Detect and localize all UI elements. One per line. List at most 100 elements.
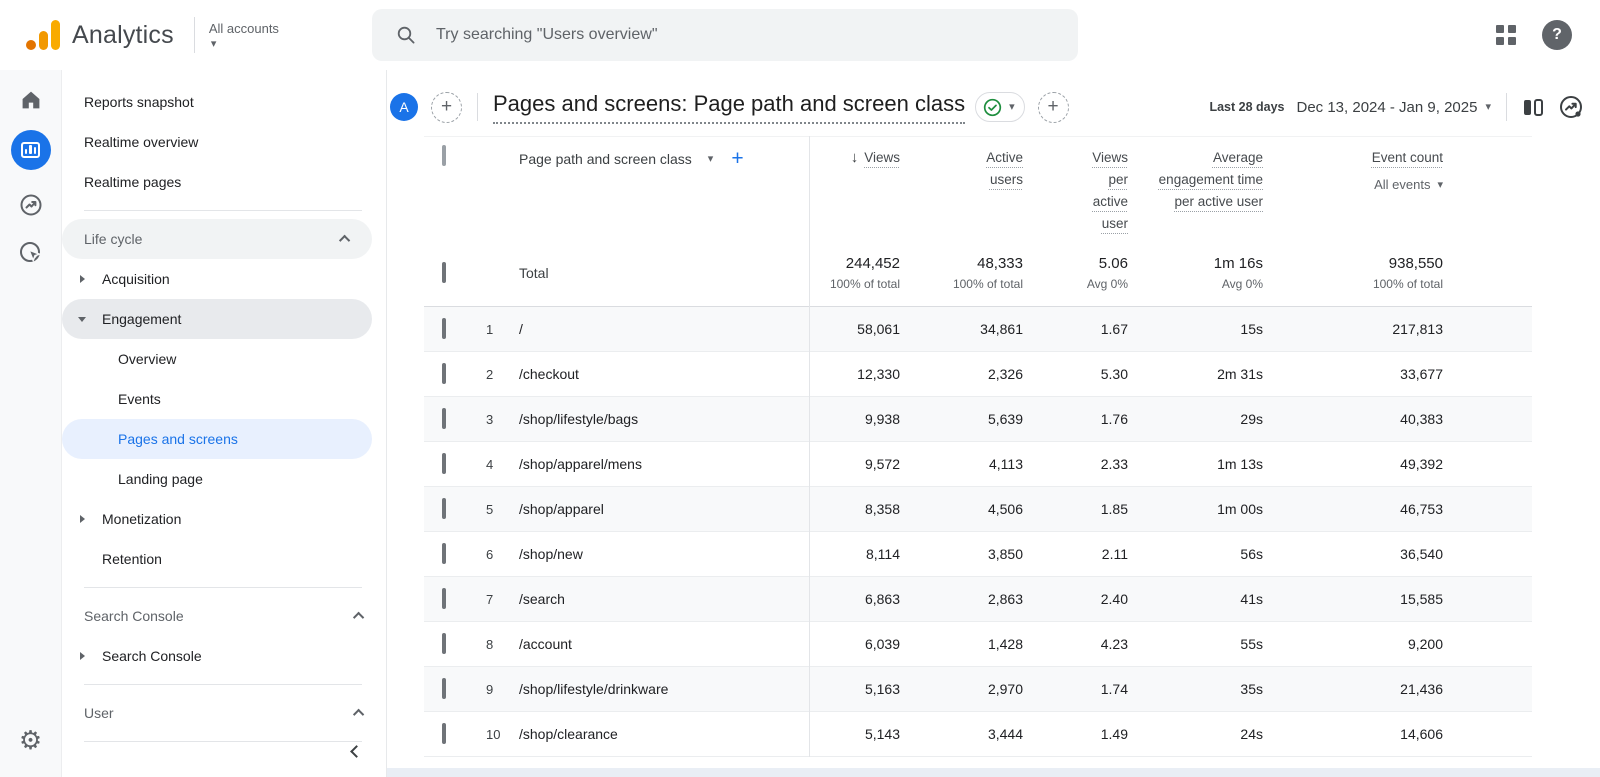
row-checkbox[interactable]	[442, 408, 446, 429]
event-filter-dropdown[interactable]: All events ▾	[1374, 174, 1443, 196]
column-header-views[interactable]: ↓ Views	[809, 147, 916, 169]
help-icon[interactable]: ?	[1542, 20, 1572, 50]
sidebar-item-reports-snapshot[interactable]: Reports snapshot	[62, 82, 386, 122]
column-label: Views per active user	[1074, 147, 1128, 235]
column-header-avg-engagement-time[interactable]: Average engagement time per active user	[1144, 147, 1279, 213]
insights-icon[interactable]	[1558, 94, 1584, 120]
sidebar-item-label: Acquisition	[102, 271, 170, 287]
dimension-header-dropdown[interactable]: Page path and screen class ▾ +	[509, 149, 809, 169]
total-views-sub: 100% of total	[830, 277, 900, 291]
sidebar-section-life-cycle[interactable]: Life cycle	[62, 219, 372, 259]
views-per-user-cell: 1.76	[1039, 411, 1144, 427]
search-input[interactable]: Try searching "Users overview"	[372, 9, 1078, 61]
report-status-dropdown[interactable]: ▾	[975, 92, 1025, 122]
row-index: 8	[469, 637, 509, 652]
chevron-up-icon	[353, 709, 364, 720]
table-body: 1 / 58,061 34,861 1.67 15s 217,813 2 /ch…	[424, 307, 1532, 757]
sidebar-item-retention[interactable]: Retention	[62, 539, 386, 579]
sidebar-item-pages-and-screens[interactable]: Pages and screens	[62, 419, 372, 459]
column-header-views-per-active-user[interactable]: Views per active user	[1039, 147, 1144, 235]
page-path-cell: /shop/lifestyle/bags	[509, 411, 809, 427]
compare-icon[interactable]	[1522, 97, 1544, 118]
active-users-cell: 4,506	[916, 501, 1039, 517]
engagement-time-cell: 15s	[1144, 321, 1279, 337]
sidebar-item-label: Realtime pages	[84, 174, 181, 190]
row-checkbox[interactable]	[442, 723, 446, 744]
sidebar-item-acquisition[interactable]: Acquisition	[62, 259, 386, 299]
row-checkbox[interactable]	[442, 498, 446, 519]
total-views-per-user: 5.06	[1099, 255, 1128, 272]
event-filter-label: All events	[1374, 174, 1430, 196]
expand-right-icon	[80, 652, 85, 660]
sidebar-item-events[interactable]: Events	[62, 379, 386, 419]
active-users-cell: 5,639	[916, 411, 1039, 427]
add-dimension-button[interactable]: +	[731, 149, 743, 169]
settings-gear-icon[interactable]: ⚙	[19, 727, 42, 753]
sort-descending-icon: ↓	[851, 147, 859, 169]
page-title[interactable]: Pages and screens: Page path and screen …	[493, 91, 965, 124]
header-divider	[477, 93, 478, 121]
brand-title: Analytics	[72, 21, 174, 50]
horizontal-scrollbar-track[interactable]	[387, 768, 1600, 777]
date-range-selector[interactable]: Dec 13, 2024 - Jan 9, 2025	[1297, 99, 1478, 116]
page-path-cell: /	[509, 321, 809, 337]
engagement-time-cell: 35s	[1144, 681, 1279, 697]
chevron-down-icon[interactable]: ▾	[1485, 102, 1491, 112]
apps-grid-icon[interactable]	[1496, 25, 1516, 45]
chevron-down-icon: ▾	[1009, 102, 1015, 112]
row-checkbox[interactable]	[442, 678, 446, 699]
row-checkbox[interactable]	[442, 262, 446, 283]
add-comparison-button[interactable]: +	[431, 92, 462, 123]
sidebar-section-search-console[interactable]: Search Console	[62, 596, 386, 636]
sidebar-item-engagement[interactable]: Engagement	[62, 299, 372, 339]
sidebar-item-realtime-overview[interactable]: Realtime overview	[62, 122, 386, 162]
expand-down-icon	[78, 317, 86, 322]
views-per-user-cell: 1.85	[1039, 501, 1144, 517]
column-header-event-count[interactable]: Event count All events ▾	[1279, 147, 1459, 196]
page-path-cell: /checkout	[509, 366, 809, 382]
section-label: Search Console	[84, 608, 184, 624]
home-icon[interactable]	[19, 88, 43, 112]
sidebar-item-search-console[interactable]: Search Console	[62, 636, 386, 676]
top-app-bar: Analytics All accounts ▾ Try searching "…	[0, 0, 1600, 70]
column-label: Average engagement time per active user	[1153, 147, 1263, 213]
row-checkbox[interactable]	[442, 363, 446, 384]
sidebar-item-monetization[interactable]: Monetization	[62, 499, 386, 539]
column-header-active-users[interactable]: Active users	[916, 147, 1039, 191]
event-count-cell: 36,540	[1279, 546, 1459, 562]
sidebar-section-user[interactable]: User	[62, 693, 386, 733]
collapse-sidebar-button[interactable]	[346, 741, 366, 761]
sidebar-divider	[84, 741, 362, 742]
sidebar-item-engagement-overview[interactable]: Overview	[62, 339, 386, 379]
row-checkbox[interactable]	[442, 633, 446, 654]
sidebar-item-label: Pages and screens	[118, 431, 238, 447]
sidebar-item-landing-page[interactable]: Landing page	[62, 459, 386, 499]
row-checkbox[interactable]	[442, 588, 446, 609]
active-users-cell: 2,970	[916, 681, 1039, 697]
analytics-logo-icon	[26, 20, 60, 50]
add-report-tab-button[interactable]: +	[1038, 92, 1069, 123]
section-label: Life cycle	[84, 231, 142, 247]
table-row: 3 /shop/lifestyle/bags 9,938 5,639 1.76 …	[424, 397, 1532, 442]
engagement-time-cell: 56s	[1144, 546, 1279, 562]
row-checkbox[interactable]	[442, 543, 446, 564]
event-count-cell: 15,585	[1279, 591, 1459, 607]
account-picker[interactable]: All accounts ▾	[209, 21, 279, 49]
section-label: User	[84, 705, 114, 721]
analytics-logo[interactable]: Analytics	[26, 20, 174, 50]
reports-icon[interactable]	[11, 130, 51, 170]
page-path-cell: /shop/apparel/mens	[509, 456, 809, 472]
row-checkbox[interactable]	[442, 453, 446, 474]
page-path-cell: /shop/clearance	[509, 726, 809, 742]
sidebar-item-realtime-pages[interactable]: Realtime pages	[62, 162, 386, 202]
views-per-user-cell: 5.30	[1039, 366, 1144, 382]
total-views-per-user-sub: Avg 0%	[1087, 277, 1128, 291]
event-count-cell: 14,606	[1279, 726, 1459, 742]
explore-icon[interactable]	[18, 192, 44, 218]
total-active-users: 48,333	[977, 255, 1023, 272]
report-avatar[interactable]: A	[390, 93, 418, 121]
select-all-checkbox[interactable]	[442, 145, 446, 166]
advertising-icon[interactable]	[18, 240, 44, 266]
active-users-cell: 1,428	[916, 636, 1039, 652]
row-checkbox[interactable]	[442, 318, 446, 339]
